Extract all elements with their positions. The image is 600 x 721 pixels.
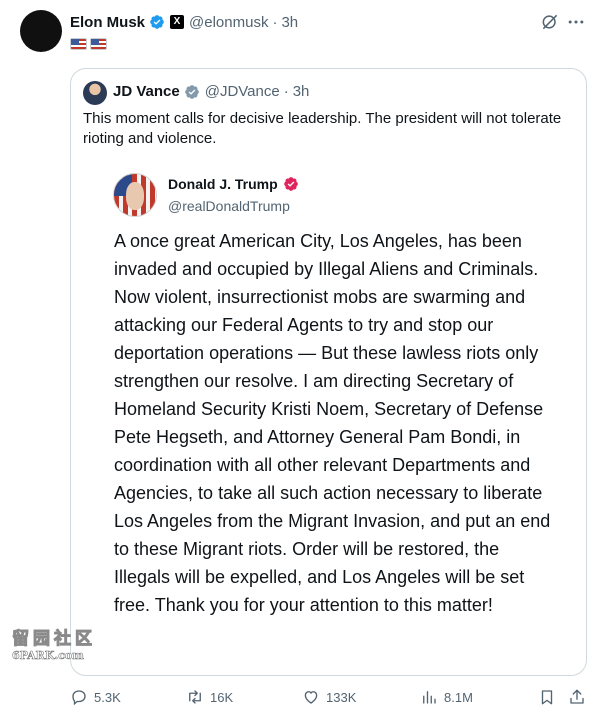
tweet: Elon Musk X @elonmusk · 3h JD Vance @JDV… — [0, 0, 600, 721]
watermark-chinese: 留园社区 — [12, 629, 96, 650]
like-count: 133K — [326, 689, 357, 705]
reply-count: 5.3K — [94, 689, 121, 705]
like-button[interactable]: 133K — [302, 688, 356, 706]
tweet-time[interactable]: 3h — [281, 14, 298, 31]
watermark: 留园社区 6PARK.com — [12, 624, 96, 663]
verified-gray-badge-icon — [184, 84, 199, 99]
bookmark-icon — [541, 690, 553, 705]
like-icon — [304, 691, 318, 704]
quoted-tweet-time: 3h — [292, 83, 310, 100]
repost-count: 16K — [210, 689, 234, 705]
flag-emojis — [70, 38, 107, 50]
image-post-author-name: Donald J. Trump — [168, 176, 299, 192]
views-count: 8.1M — [444, 689, 473, 705]
share-icon — [570, 689, 584, 704]
bookmark-button[interactable] — [538, 688, 556, 706]
grok-icon[interactable] — [540, 12, 560, 32]
share-button[interactable] — [568, 688, 586, 706]
image-post-avatar — [113, 173, 157, 217]
image-post-handle: @realDonaldTrump — [168, 198, 290, 214]
quoted-author-name: JD Vance — [113, 83, 180, 100]
x-affiliate-badge: X — [170, 15, 185, 29]
views-button[interactable]: 8.1M — [420, 688, 473, 706]
verified-badge-icon — [150, 15, 164, 29]
author-name[interactable]: Elon Musk — [70, 14, 145, 31]
views-icon — [423, 691, 436, 704]
reply-icon — [72, 690, 86, 706]
author-handle[interactable]: @elonmusk — [189, 14, 268, 31]
repost-icon — [189, 690, 201, 704]
us-flag-icon — [90, 38, 107, 50]
quoted-author-avatar — [83, 81, 107, 105]
quoted-tweet[interactable]: JD Vance @JDVance · 3h This moment calls… — [70, 68, 587, 676]
author-avatar[interactable] — [20, 10, 62, 52]
attached-image[interactable]: Donald J. Trump @realDonaldTrump A once … — [83, 157, 573, 665]
separator-dot: · — [272, 13, 278, 31]
image-post-name-text: Donald J. Trump — [168, 176, 278, 192]
us-flag-icon — [70, 38, 87, 50]
verified-pink-badge-icon — [283, 177, 298, 191]
quoted-tweet-text: This moment calls for decisive leadershi… — [83, 110, 562, 147]
quoted-tweet-header: JD Vance @JDVance · 3h — [113, 83, 309, 100]
image-post-body: A once great American City, Los Angeles,… — [114, 231, 551, 615]
more-icon[interactable] — [566, 12, 586, 32]
tweet-header: Elon Musk X @elonmusk · 3h — [70, 12, 298, 32]
reply-button[interactable]: 5.3K — [70, 688, 121, 706]
watermark-english: 6PARK.com — [12, 649, 84, 663]
action-bar: 5.3K 16K 133K 8.1M — [70, 688, 590, 708]
separator-dot: · — [283, 83, 289, 100]
quoted-author-handle: @JDVance — [204, 83, 280, 100]
repost-button[interactable]: 16K — [186, 688, 233, 706]
